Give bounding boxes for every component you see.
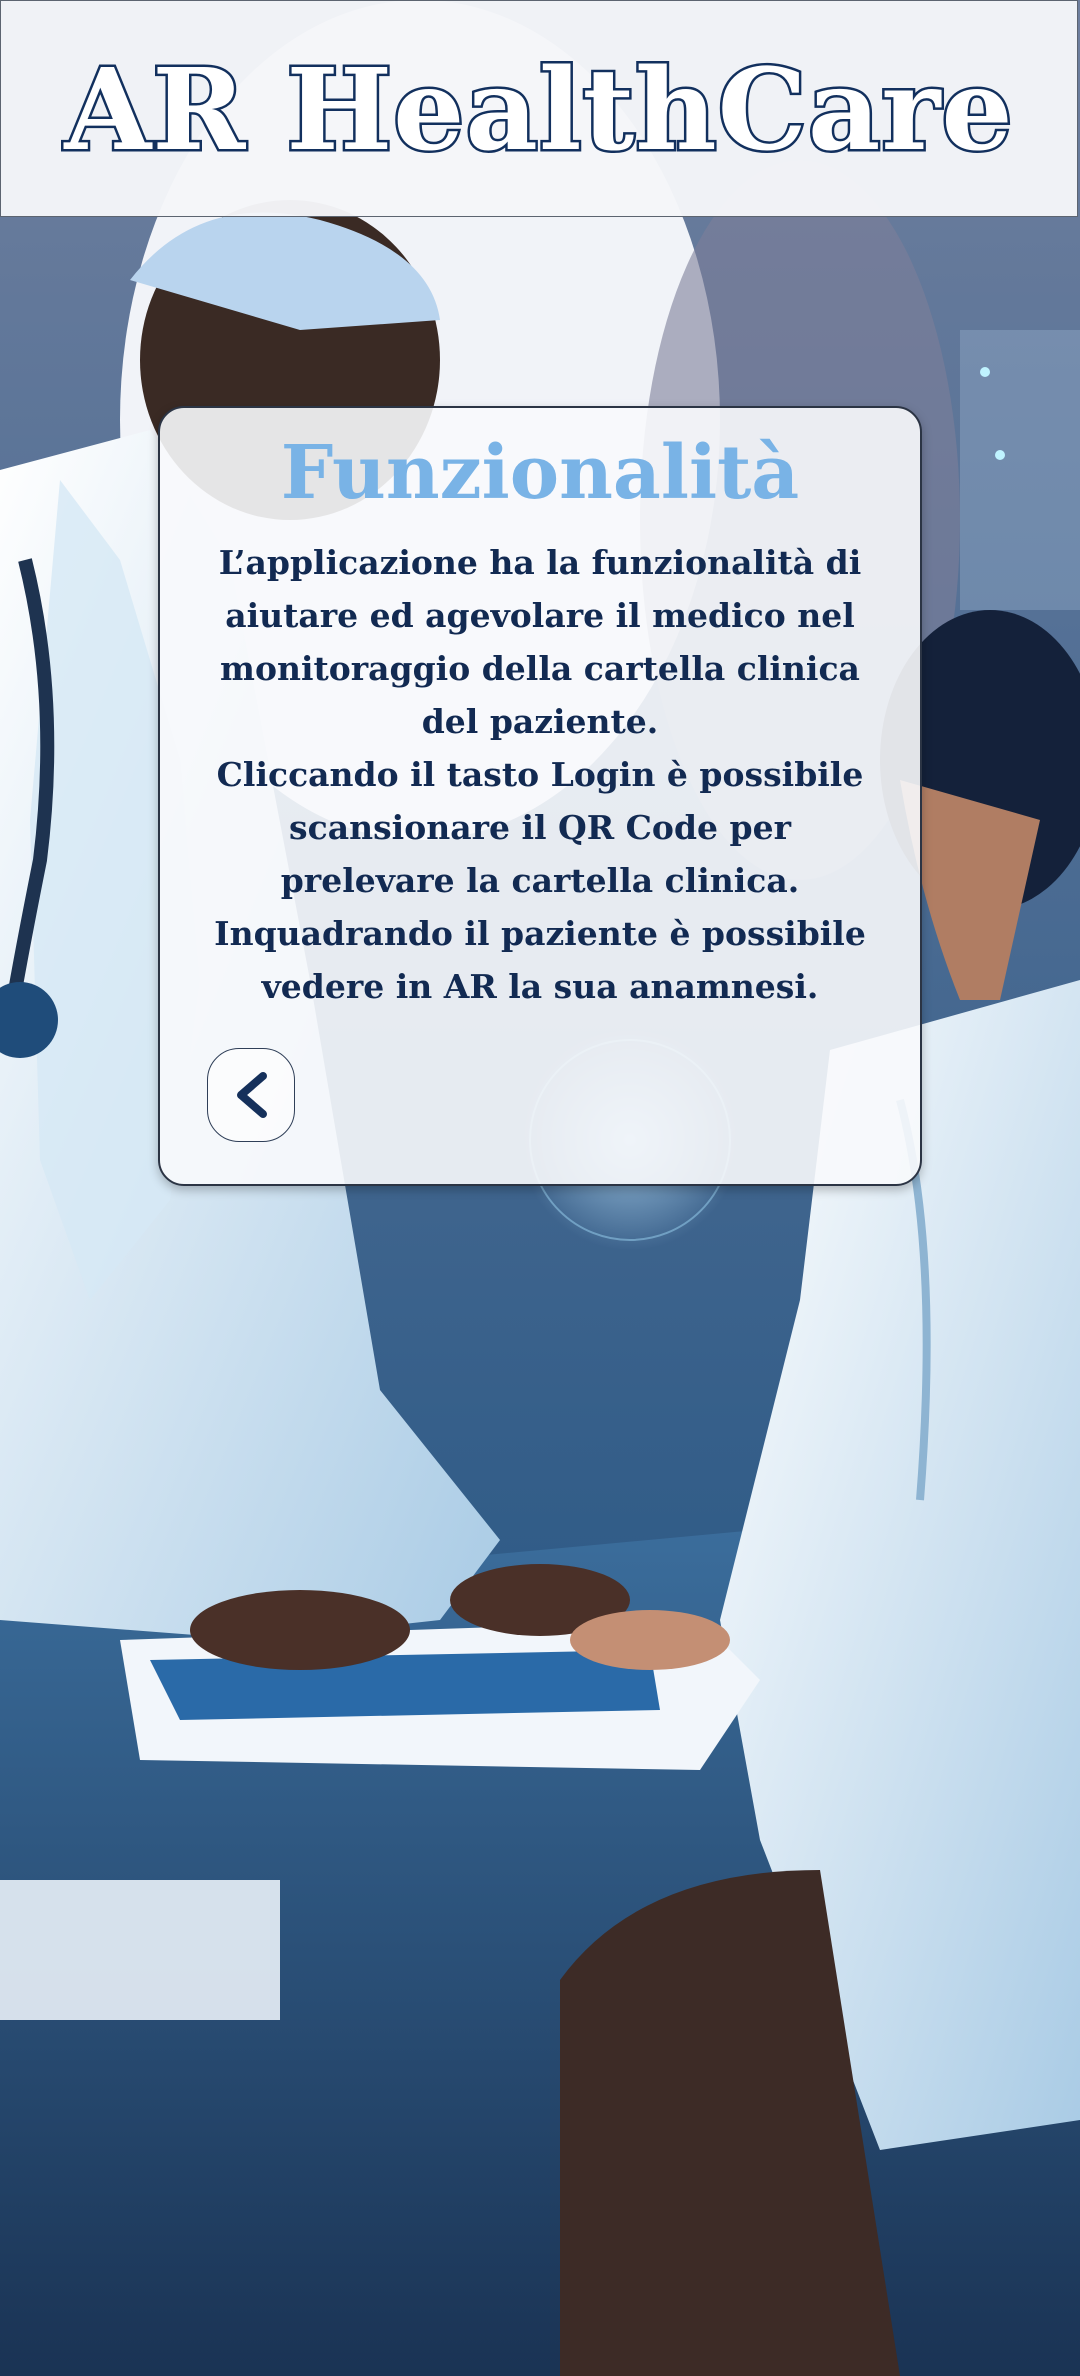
description-line: prelevare la cartella clinica. bbox=[280, 861, 800, 900]
description-line: del paziente. bbox=[421, 702, 659, 741]
info-card: Funzionalità L’applicazione ha la funzio… bbox=[158, 406, 922, 1186]
background-illustration bbox=[0, 0, 1080, 2376]
description-line: L’applicazione ha la funzionalità di bbox=[218, 543, 862, 582]
description-line: Cliccando il tasto Login è possibile bbox=[216, 755, 864, 794]
app-title: AR HealthCare bbox=[62, 43, 1015, 179]
description-line: vedere in AR la sua anamnesi. bbox=[261, 967, 819, 1006]
description-line: scansionare il QR Code per bbox=[289, 808, 791, 847]
card-title: Funzionalità bbox=[280, 430, 800, 516]
description-line: monitoraggio della cartella clinica bbox=[220, 649, 860, 688]
card-description: L’applicazione ha la funzionalità di aiu… bbox=[186, 536, 894, 1013]
description-line: Inquadrando il paziente è possibile bbox=[214, 914, 866, 953]
chevron-left-icon bbox=[237, 1072, 267, 1118]
app-header: AR HealthCare bbox=[0, 0, 1078, 217]
description-line: aiutare ed agevolare il medico nel bbox=[225, 596, 855, 635]
back-button[interactable] bbox=[207, 1048, 295, 1142]
